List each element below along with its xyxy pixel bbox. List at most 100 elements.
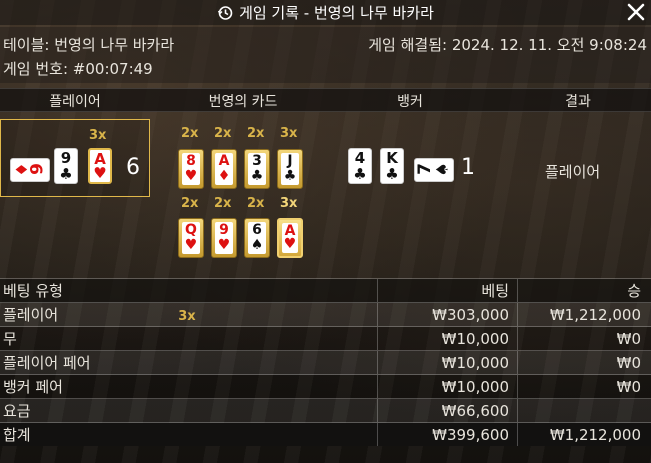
cards-header: 플레이어 번영의 카드 뱅커 결과 [0, 88, 651, 112]
prosperity-multiplier: 2x [181, 196, 199, 211]
prosperity-multiplier: 2x [181, 126, 199, 141]
settled-time: 게임 해결됨: 2024. 12. 11. 오전 9:08:24 [368, 36, 647, 54]
card-face: A ♥ [282, 223, 298, 253]
card-suit: ♠ [250, 237, 264, 253]
header-win-amount: 승 [517, 278, 651, 303]
card-suit: ♥ [184, 168, 198, 184]
card-face: 6 ♠ [248, 222, 266, 254]
banker-score: 1 [461, 155, 475, 180]
card-rank: 6 [24, 163, 45, 175]
win-amount: ₩0 [517, 350, 651, 375]
bet-amount: ₩10,000 [377, 326, 518, 351]
card-face: 3 ♣ [248, 153, 266, 185]
player-card-1: 9 ♣ [54, 148, 78, 184]
card-suit: ♣ [283, 168, 297, 184]
total-win: ₩1,212,000 [517, 422, 651, 446]
prosperity-card: Q ♥ [178, 218, 204, 258]
dialog-title: 게임 기록 - 번영의 나무 바카라 [239, 4, 434, 22]
header-prosperity-cards: 번영의 카드 [208, 94, 278, 110]
card-suit: ♠ [432, 162, 452, 177]
card-suit: ♣ [385, 165, 399, 183]
card-face: J ♣ [281, 153, 299, 185]
win-amount: ₩0 [517, 374, 651, 399]
table-row: 무 ₩10,000 ₩0 [0, 326, 651, 351]
card-suit: ♥ [184, 237, 198, 253]
table-row: 뱅커 페어 ₩10,000 ₩0 [0, 374, 651, 399]
card-rank: A [218, 153, 230, 169]
player-card-multiplier: 3x [89, 128, 107, 143]
bet-amount: ₩303,000 [377, 302, 518, 327]
header-player: 플레이어 [49, 94, 101, 110]
total-bet: ₩399,600 [377, 422, 518, 446]
win-amount: ₩1,212,000 [517, 302, 651, 327]
bet-type: 요금 [0, 398, 378, 423]
prosperity-card: A ♥ [277, 218, 303, 258]
bet-type: 뱅커 페어 [0, 374, 378, 399]
player-card-2: A ♥ [88, 148, 112, 184]
bets-table: 베팅 유형 베팅 승 플레이어 3x ₩303,000 ₩1,212,000 무 … [0, 278, 651, 446]
table-name: 테이블: 번영의 나무 바카라 [3, 36, 175, 54]
prosperity-multiplier: 2x [247, 126, 265, 141]
card-suit: ♥ [283, 236, 297, 252]
win-amount: ₩0 [517, 326, 651, 351]
card-rank: 4 [354, 149, 366, 167]
history-clock-icon [217, 5, 233, 21]
bet-multiplier: 3x [178, 309, 196, 324]
total-row: 합계 ₩399,600 ₩1,212,000 [0, 422, 651, 446]
card-face: A ♦ [215, 153, 233, 185]
card-rank: 9 [60, 149, 72, 167]
prosperity-card: 8 ♥ [178, 149, 204, 189]
banker-card-1: 4 ♣ [348, 148, 372, 184]
card-face: 8 ♥ [182, 153, 200, 185]
bet-amount: ₩66,600 [377, 398, 518, 423]
banker-card-2: K ♣ [380, 148, 404, 184]
prosperity-card: 6 ♠ [244, 218, 270, 258]
card-face: Q ♥ [182, 222, 200, 254]
bet-type: 플레이어 페어 [0, 350, 378, 375]
prosperity-card: 3 ♣ [244, 149, 270, 189]
player-side-card: ♦ 6 [10, 158, 50, 182]
win-amount [517, 398, 651, 423]
bet-amount: ₩10,000 [377, 350, 518, 375]
prosperity-multiplier: 2x [214, 126, 232, 141]
bets-header-row: 베팅 유형 베팅 승 [0, 278, 651, 303]
card-suit: ♣ [59, 165, 73, 183]
game-number: 게임 번호: #00:07:49 [3, 60, 153, 78]
banker-side-card: 7 ♠ [414, 158, 454, 182]
table-row: 플레이어 3x ₩303,000 ₩1,212,000 [0, 302, 651, 327]
card-rank: 3 [252, 153, 262, 169]
bet-type: 플레이어 [3, 306, 59, 324]
header-result: 결과 [565, 94, 591, 110]
prosperity-card: J ♣ [277, 149, 303, 189]
card-rank: 8 [186, 153, 196, 169]
prosperity-card: 9 ♥ [211, 218, 237, 258]
card-suit: ♥ [217, 237, 231, 253]
prosperity-multiplier: 3x [280, 126, 298, 141]
prosperity-multiplier: 2x [247, 196, 265, 211]
card-face: 9 ♥ [215, 222, 233, 254]
total-label: 합계 [0, 422, 378, 446]
table-row: 요금 ₩66,600 [0, 398, 651, 423]
card-suit: ♣ [353, 165, 367, 183]
header-banker: 뱅커 [397, 94, 423, 110]
card-rank: K [386, 149, 398, 167]
card-rank: 9 [219, 222, 229, 238]
card-rank: J [287, 153, 293, 169]
header-bet-type: 베팅 유형 [0, 278, 378, 303]
card-suit: ♥ [93, 164, 107, 182]
card-rank: 6 [252, 222, 262, 238]
card-rank: Q [185, 222, 197, 238]
close-icon[interactable] [625, 1, 647, 23]
prosperity-multiplier: 2x [214, 196, 232, 211]
table-row: 플레이어 페어 ₩10,000 ₩0 [0, 350, 651, 375]
result-winner: 플레이어 [545, 163, 601, 181]
player-score: 6 [126, 155, 140, 180]
card-suit: ♦ [217, 168, 231, 184]
card-suit: ♣ [250, 168, 264, 184]
bet-type: 무 [0, 326, 378, 351]
prosperity-card: A ♦ [211, 149, 237, 189]
bet-amount: ₩10,000 [377, 374, 518, 399]
prosperity-multiplier: 3x [280, 196, 298, 211]
header-bet-amount: 베팅 [377, 278, 518, 303]
title-bar: 게임 기록 - 번영의 나무 바카라 [0, 0, 651, 25]
